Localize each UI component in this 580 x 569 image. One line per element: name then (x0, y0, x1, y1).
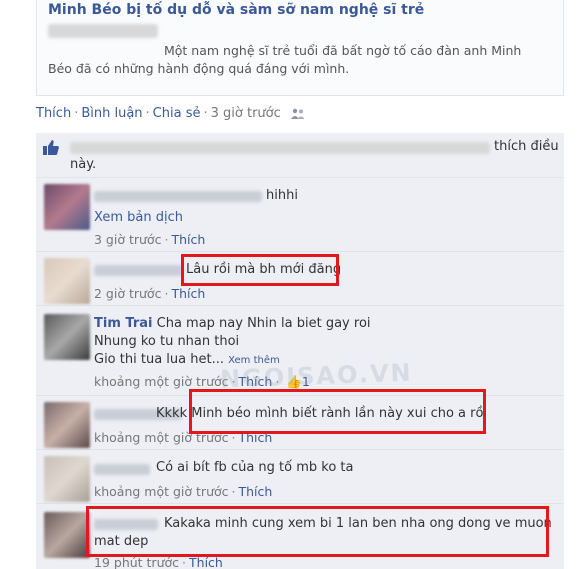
avatar[interactable] (44, 512, 90, 558)
comment-link[interactable]: Bình luận (81, 106, 142, 121)
avatar[interactable] (44, 258, 90, 304)
thumbs-up-icon[interactable] (42, 139, 60, 157)
likes-summary: thích điều này. (36, 133, 564, 178)
comment-body-line1: Tim Trai Cha map nay Nhin la biet gay ro… (94, 316, 371, 331)
shared-post-description-line2: Béo đã có những hành động quá đáng với m… (48, 61, 350, 76)
comment-item: hihhi Xem bản dịch 3 giờ trước · Thích (36, 180, 564, 252)
comment-time[interactable]: 19 phút trước (94, 555, 179, 569)
comment-text: hihhi (266, 188, 298, 203)
highlight-box (86, 506, 549, 557)
comment-like-link[interactable]: Thích (171, 286, 205, 301)
see-translation-link[interactable]: Xem bản dịch (94, 210, 183, 225)
comment-meta: 2 giờ trước · Thích (94, 286, 206, 301)
like-link[interactable]: Thích (36, 106, 71, 121)
comment-meta: khoảng một giờ trước · Thích (94, 484, 273, 499)
comment-like-link[interactable]: Thích (171, 232, 205, 247)
avatar[interactable] (44, 314, 90, 360)
comment-meta: 3 giờ trước · Thích (94, 232, 206, 247)
likes-text-line2: này. (70, 157, 97, 172)
comment-item: Có ai bít fb của ng tố mb ko ta khoảng m… (36, 454, 564, 504)
comment-like-link[interactable]: Thích (189, 555, 223, 569)
shared-post-description-line1: Một nam nghệ sĩ trẻ tuổi đã bất ngờ tố c… (164, 43, 522, 58)
post-time[interactable]: 3 giờ trước (211, 106, 281, 121)
comment-text-line3-value: Gio thi tua lua het... (94, 352, 224, 367)
commenter-name-blurred[interactable] (94, 191, 262, 202)
comment-text: Có ai bít fb của ng tố mb ko ta (156, 460, 354, 475)
likers-names-blurred (70, 142, 490, 154)
commenter-name-blurred[interactable] (94, 464, 150, 475)
likes-text-end: thích điều (494, 139, 559, 154)
avatar[interactable] (44, 402, 90, 448)
avatar[interactable] (44, 184, 90, 230)
comment-text-line2: Nhung ko tu nhan thoi (94, 334, 240, 349)
commenter-name[interactable]: Tim Trai (94, 316, 152, 331)
commenter-name-blurred[interactable] (94, 265, 182, 276)
highlight-box (181, 254, 339, 286)
comment-text-line1: Cha map nay Nhin la biet gay roi (156, 316, 371, 331)
highlight-box (189, 389, 486, 434)
share-link[interactable]: Chia sẻ (153, 106, 201, 121)
comment-time[interactable]: 2 giờ trước (94, 286, 161, 301)
comment-time[interactable]: khoảng một giờ trước (94, 374, 229, 389)
avatar[interactable] (44, 456, 90, 502)
shared-post-title[interactable]: Minh Béo bị tố dụ dỗ và sàm sỡ nam nghệ … (48, 2, 424, 18)
people-icon (290, 108, 305, 119)
shared-post-source-blurred (48, 24, 158, 38)
post-actions: Thích · Bình luận · Chia sẻ · 3 giờ trước (36, 106, 305, 121)
comment-time[interactable]: khoảng một giờ trước (94, 484, 229, 499)
comment-time[interactable]: 3 giờ trước (94, 232, 161, 247)
shared-post-description: Một nam nghệ sĩ trẻ tuổi đã bất ngờ tố c… (48, 42, 548, 78)
comment-meta: 19 phút trước · Thích (94, 555, 223, 569)
comment-like-link[interactable]: Thích (239, 484, 273, 499)
